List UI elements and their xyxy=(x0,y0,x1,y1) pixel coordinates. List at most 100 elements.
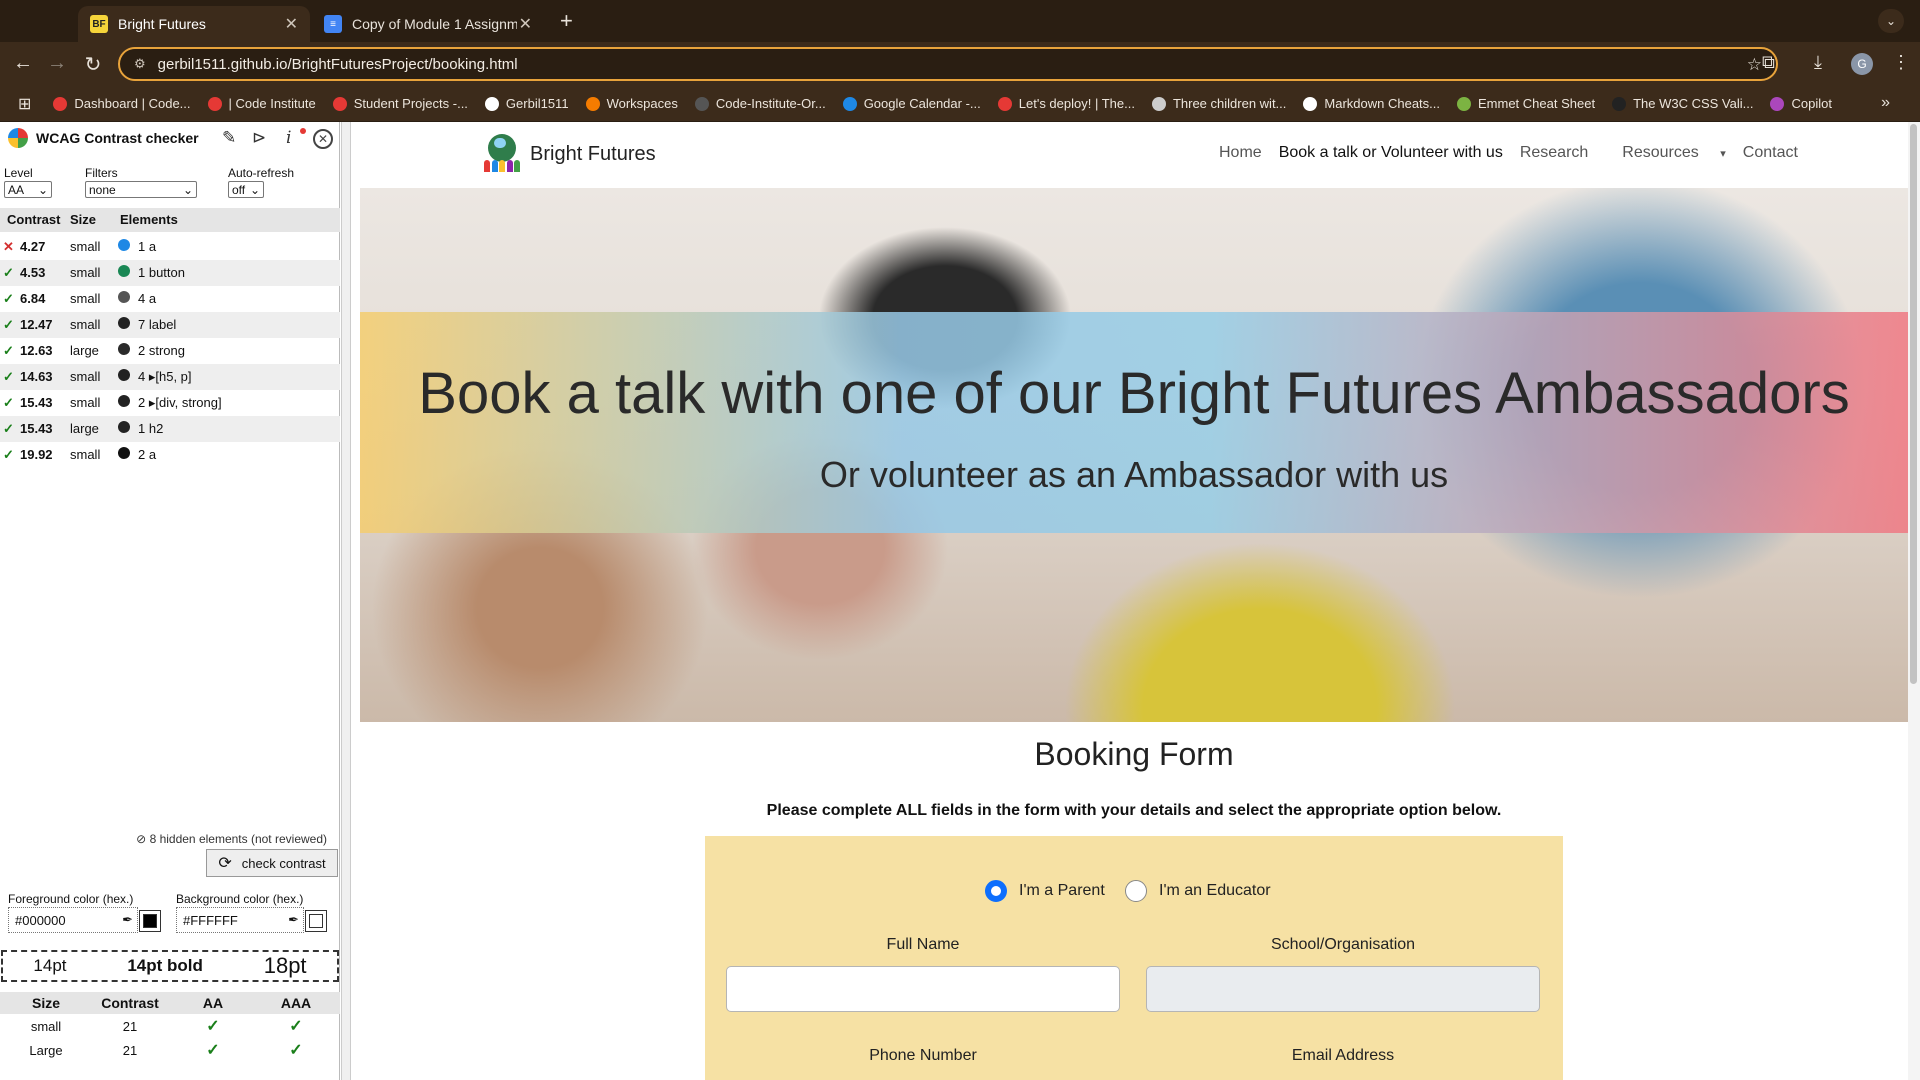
bookmark-favicon-icon xyxy=(694,96,709,111)
contrast-result-row[interactable]: ✓ 6.84 small 4 a xyxy=(0,286,340,312)
contrast-value: 12.63 xyxy=(20,343,53,358)
contrast-result-row[interactable]: ✓ 15.43 small 2 ▸[div, strong] xyxy=(0,390,340,416)
bookmark-item[interactable]: Google Calendar -... xyxy=(842,96,981,111)
bookmark-item[interactable]: Let's deploy! | The... xyxy=(997,96,1135,111)
profile-avatar[interactable]: G xyxy=(1851,53,1873,75)
bookmark-item[interactable]: The W3C CSS Vali... xyxy=(1612,96,1753,111)
browser-menu-icon[interactable]: ⋮ xyxy=(1892,52,1910,73)
dock-side-icon[interactable]: ⊳ xyxy=(252,128,266,148)
chevron-down-icon: ⌄ xyxy=(37,182,48,197)
close-tab-icon[interactable]: ✕ xyxy=(519,14,532,34)
pass-check-icon: ✓ xyxy=(3,369,14,384)
fg-color-input[interactable]: #000000 ✒ xyxy=(8,907,161,933)
result-contrast: 21 xyxy=(122,1019,138,1034)
url-text: gerbil1511.github.io/BrightFuturesProjec… xyxy=(157,55,518,73)
elements-value: 2 strong xyxy=(138,343,185,358)
nav-contact[interactable]: Contact xyxy=(1743,144,1798,162)
nav-home[interactable]: Home xyxy=(1219,144,1262,162)
radio-parent[interactable]: I'm a Parent xyxy=(985,880,1105,902)
hero-subtitle: Or volunteer as an Ambassador with us xyxy=(819,454,1449,495)
size-header: Size xyxy=(70,212,97,227)
contrast-result-row[interactable]: ✓ 4.53 small 1 button xyxy=(0,260,340,286)
autorefresh-label: Auto-refresh xyxy=(228,166,295,180)
contrast-result-row[interactable]: ✓ 15.43 large 1 h2 xyxy=(0,416,340,442)
pin-icon[interactable]: ✎ xyxy=(222,128,236,148)
eyedropper-icon[interactable]: ✒ xyxy=(288,912,299,928)
tab-search-chevron-icon[interactable]: ⌄ xyxy=(1878,9,1904,33)
apps-grid-icon[interactable]: ⊞ xyxy=(18,94,31,114)
bookmark-item[interactable]: | Code Institute xyxy=(207,96,316,111)
bookmark-item[interactable]: Markdown Cheats... xyxy=(1303,96,1440,111)
bookmark-item[interactable]: Copilot xyxy=(1770,96,1832,111)
color-dot xyxy=(118,265,130,277)
bookmark-label: Workspaces xyxy=(606,96,678,111)
site-info-icon[interactable]: ⚙ xyxy=(134,56,146,72)
check-contrast-button[interactable]: ⟳ check contrast xyxy=(206,849,338,877)
contrast-result-row[interactable]: ✓ 12.47 small 7 label xyxy=(0,312,340,338)
tab-copy-of-module[interactable]: ≡ Copy of Module 1 Assignmen ✕ xyxy=(312,6,544,42)
filters-select[interactable]: none ⌄ xyxy=(85,181,197,198)
close-panel-icon[interactable]: ✕ xyxy=(313,129,333,149)
bookmark-item[interactable]: Dashboard | Code... xyxy=(53,96,191,111)
fg-swatch[interactable] xyxy=(139,910,161,932)
download-icon[interactable]: ⤓ xyxy=(1814,52,1822,73)
more-bookmarks-icon[interactable]: » xyxy=(1881,94,1890,112)
info-icon[interactable]: i xyxy=(286,128,291,148)
tab-bright-futures[interactable]: BF Bright Futures ✕ xyxy=(78,6,310,42)
bookmark-label: | Code Institute xyxy=(228,96,316,111)
bookmark-item[interactable]: Three children wit... xyxy=(1151,96,1287,111)
panel-resize-handle[interactable] xyxy=(341,122,351,1080)
full-name-input[interactable] xyxy=(726,966,1120,1012)
contrast-result-row[interactable]: ✓ 14.63 small 4 ▸[h5, p] xyxy=(0,364,340,390)
contrast-result-row[interactable]: ✓ 12.63 large 2 strong xyxy=(0,338,340,364)
color-dot xyxy=(118,291,130,303)
pass-check-icon: ✓ xyxy=(3,265,14,280)
new-tab-plus-icon[interactable]: + xyxy=(560,8,573,34)
level-select[interactable]: AA ⌄ xyxy=(4,181,52,198)
forward-arrow-icon[interactable]: → xyxy=(44,52,70,75)
hidden-elements-note: 8 hidden elements (not reviewed) xyxy=(149,832,327,846)
nav-resources[interactable]: Resources ▾ xyxy=(1605,144,1725,162)
address-bar[interactable]: ⚙ gerbil1511.github.io/BrightFuturesProj… xyxy=(118,47,1778,81)
bookmark-item[interactable]: Gerbil1511 xyxy=(484,96,569,111)
eyedropper-icon[interactable]: ✒ xyxy=(122,912,133,928)
bookmark-item[interactable]: Code-Institute-Or... xyxy=(694,96,826,111)
nav-research[interactable]: Research xyxy=(1520,144,1588,162)
bookmark-item[interactable]: Workspaces xyxy=(585,96,678,111)
chevron-down-icon: ⌄ xyxy=(249,182,260,197)
school-input[interactable] xyxy=(1146,966,1540,1012)
bookmark-item[interactable]: Emmet Cheat Sheet xyxy=(1457,96,1595,111)
bookmark-favicon-icon xyxy=(53,96,68,111)
contrast-value: 15.43 xyxy=(20,421,53,436)
browser-toolbar: ← → ↻ ⚙ gerbil1511.github.io/BrightFutur… xyxy=(0,42,1920,86)
elements-value: 1 button xyxy=(138,265,185,280)
bookmark-star-icon[interactable]: ☆ xyxy=(1747,55,1762,75)
contrast-value: 12.47 xyxy=(20,317,53,332)
close-tab-icon[interactable]: ✕ xyxy=(285,14,298,34)
bookmark-item[interactable]: Student Projects -... xyxy=(332,96,468,111)
back-arrow-icon[interactable]: ← xyxy=(10,52,36,75)
site-brand[interactable]: Bright Futures xyxy=(484,134,656,174)
radio-educator[interactable]: I'm an Educator xyxy=(1125,880,1271,902)
bookmark-label: Let's deploy! | The... xyxy=(1018,96,1135,111)
extensions-icon[interactable]: ⧉ xyxy=(1762,52,1775,73)
contrast-result-row[interactable]: ✓ 19.92 small 2 a xyxy=(0,442,340,468)
radio-button-selected[interactable] xyxy=(985,880,1007,902)
bg-swatch[interactable] xyxy=(305,910,327,932)
contrast-result-row[interactable]: ✕ 4.27 small 1 a xyxy=(0,234,340,260)
reload-icon[interactable]: ↻ xyxy=(80,52,106,77)
size-value: small xyxy=(70,317,101,332)
autorefresh-select[interactable]: off ⌄ xyxy=(228,181,264,198)
nav-resources-label: Resources xyxy=(1622,144,1699,161)
bookmark-label: Three children wit... xyxy=(1172,96,1287,111)
bookmark-favicon-icon xyxy=(1303,96,1318,111)
bg-color-input[interactable]: #FFFFFF ✒ xyxy=(176,907,327,933)
scrollbar-thumb[interactable] xyxy=(1910,124,1917,684)
color-dot xyxy=(118,369,130,381)
page-scrollbar[interactable] xyxy=(1908,122,1920,1080)
bookmark-label: The W3C CSS Vali... xyxy=(1633,96,1754,111)
sample-14pt: 14pt xyxy=(33,956,67,975)
nav-book-talk[interactable]: Book a talk or Volunteer with us xyxy=(1279,144,1503,162)
hero-image: Book a talk with one of our Bright Futur… xyxy=(360,188,1908,722)
radio-button[interactable] xyxy=(1125,880,1147,902)
